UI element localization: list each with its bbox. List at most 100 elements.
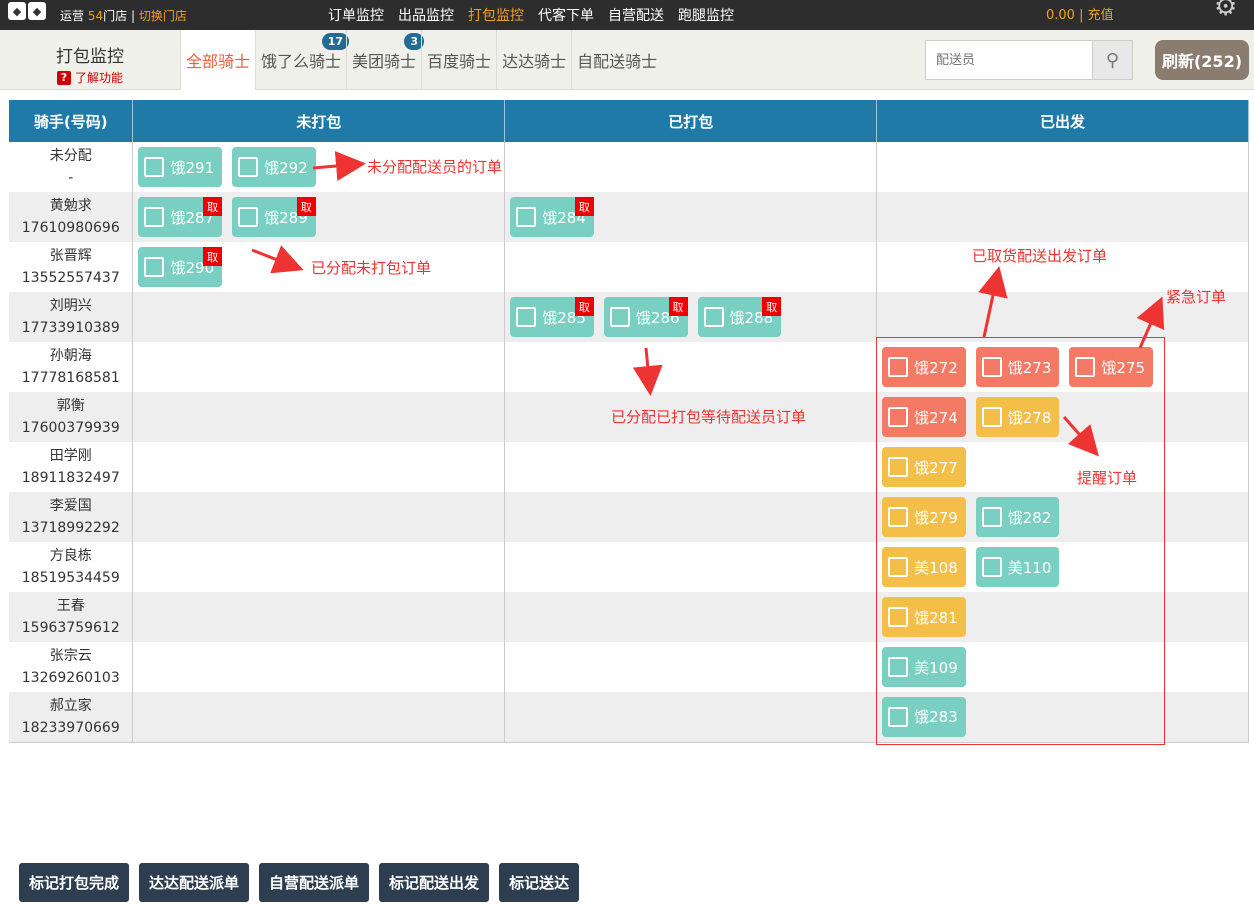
action-button[interactable]: 自营配送派单 — [259, 863, 370, 902]
action-bar: 标记打包完成 达达配送派单 自营配送派单 标记配送出发 标记送达 — [19, 863, 580, 902]
order-checkbox[interactable] — [516, 207, 537, 227]
cell-unpacked — [132, 642, 506, 692]
page-title: 打包监控 — [56, 47, 124, 67]
cell-packed — [504, 242, 878, 292]
nav-item[interactable]: 订单监控 — [328, 5, 384, 25]
rider-phone: - — [68, 170, 74, 186]
order-checkbox[interactable] — [144, 257, 165, 277]
order-chip[interactable]: 饿284 取 — [510, 197, 594, 237]
order-chip[interactable]: 饿287 取 — [138, 197, 223, 237]
store-count: 54 — [87, 9, 104, 23]
tab-rider[interactable]: 饿了么骑士 17 — [255, 30, 350, 90]
cell-unpacked — [132, 592, 506, 642]
cell-packed — [504, 692, 878, 743]
cell-departed — [876, 192, 1249, 242]
pickup-badge: 取 — [574, 297, 594, 316]
tab-label: 全部骑士 — [186, 52, 251, 71]
tab-label: 百度骑士 — [427, 52, 492, 71]
order-checkbox[interactable] — [238, 157, 259, 177]
rider-name: 王春 — [56, 598, 85, 614]
order-checkbox[interactable] — [238, 207, 259, 227]
cell-packed — [504, 492, 878, 542]
column-header: 已打包 — [504, 100, 878, 142]
order-chip-group: 饿284 取 — [510, 197, 871, 237]
cell-departed — [876, 142, 1249, 192]
nav-item[interactable]: 自营配送 — [608, 5, 664, 25]
order-checkbox[interactable] — [144, 207, 165, 227]
question-icon: ? — [56, 70, 71, 85]
order-id: 饿291 — [170, 158, 215, 177]
cell-unpacked — [132, 292, 506, 342]
switch-store-link[interactable]: 切换门店 — [139, 9, 187, 23]
cell-packed — [504, 342, 878, 392]
pickup-badge: 取 — [296, 197, 316, 216]
learn-label: 了解功能 — [74, 71, 123, 85]
rider-name: 未分配 — [49, 148, 92, 164]
cell-unpacked — [132, 542, 506, 592]
annotation-unpacked: 已分配未打包订单 — [311, 259, 432, 277]
order-chip[interactable]: 饿285 取 — [510, 297, 594, 337]
courier-search-input[interactable] — [926, 41, 1094, 79]
rider-cell: 郭衡 17600379939 — [9, 392, 134, 442]
tab-rider[interactable]: 全部骑士 — [180, 30, 256, 90]
tab-rider[interactable]: 美团骑士 3 — [346, 30, 425, 90]
rider-name: 郭衡 — [56, 398, 85, 414]
order-chip[interactable]: 饿291 — [138, 147, 223, 187]
rider-phone: 13269260103 — [21, 670, 120, 686]
order-chip[interactable]: 饿289 取 — [232, 197, 316, 237]
gear-icon[interactable]: ⚙ — [1214, 0, 1244, 22]
cell-unpacked — [132, 442, 506, 492]
rider-name: 孙朝海 — [49, 348, 92, 364]
rider-phone: 15963759612 — [21, 620, 120, 636]
action-button[interactable]: 标记送达 — [499, 863, 580, 902]
rider-cell: 刘明兴 17733910389 — [9, 292, 134, 342]
nav-item[interactable]: 出品监控 — [398, 5, 454, 25]
cell-packed — [504, 542, 878, 592]
cell-packed: 饿285 取饿286 取饿288 取 — [504, 292, 878, 342]
cell-unpacked: 饿287 取饿289 取 — [132, 192, 506, 242]
logo-icon: ◆ — [8, 2, 26, 20]
order-chip[interactable]: 饿286 取 — [603, 297, 688, 337]
action-button[interactable]: 标记配送出发 — [379, 863, 490, 902]
rider-name: 郝立家 — [49, 697, 92, 714]
tab-rider[interactable]: 百度骑士 — [421, 30, 496, 90]
order-chip[interactable]: 饿290 取 — [138, 247, 223, 287]
rider-name: 方良栋 — [49, 548, 92, 564]
rider-phone: 13718992292 — [21, 520, 120, 536]
rider-name: 田学刚 — [49, 448, 92, 464]
table-row: 刘明兴 17733910389 饿285 取饿286 取饿288 取 — [9, 292, 1249, 342]
tab-rider[interactable]: 达达骑士 — [496, 30, 571, 90]
order-checkbox[interactable] — [703, 307, 724, 327]
nav-item[interactable]: 代客下单 — [538, 5, 594, 25]
learn-feature-link[interactable]: ? 了解功能 — [0, 69, 180, 86]
main-nav: 订单监控 出品监控 打包监控 代客下单 自营配送 跑腿监控 — [328, 5, 734, 25]
order-checkbox[interactable] — [609, 307, 630, 327]
annotation-urgent: 紧急订单 — [1166, 288, 1227, 306]
store-prefix: 运营 — [60, 9, 85, 23]
nav-item[interactable]: 打包监控 — [468, 5, 524, 25]
balance-recharge[interactable]: 0.00 | 充值 — [1046, 4, 1114, 23]
nav-item[interactable]: 跑腿监控 — [678, 5, 734, 25]
refresh-button[interactable]: 刷新(252) — [1155, 40, 1249, 80]
rider-cell: 孙朝海 17778168581 — [9, 342, 134, 392]
store-suffix: 门店 | — [103, 9, 135, 23]
order-checkbox[interactable] — [144, 157, 165, 177]
order-id: 饿292 — [264, 158, 308, 177]
cell-packed — [504, 642, 878, 692]
order-chip[interactable]: 饿292 — [232, 147, 316, 187]
tab-rider[interactable]: 自配送骑士 — [571, 30, 662, 90]
rider-name: 张晋辉 — [49, 248, 92, 264]
rider-cell: 郝立家 18233970669 — [9, 692, 134, 743]
rider-cell: 黄勉求 17610980696 — [9, 192, 134, 242]
order-chip[interactable]: 饿288 取 — [697, 297, 782, 337]
search-icon[interactable]: ⚲ — [1092, 41, 1132, 79]
order-checkbox[interactable] — [516, 307, 537, 327]
logo-icon: ◆ — [28, 2, 46, 20]
action-button[interactable]: 达达配送派单 — [139, 863, 250, 902]
column-header: 已出发 — [876, 100, 1249, 142]
action-button[interactable]: 标记打包完成 — [19, 863, 130, 902]
annotation-unassigned: 未分配配送员的订单 — [367, 158, 503, 176]
rider-cell: 方良栋 18519534459 — [9, 542, 134, 592]
column-header: 骑手(号码) — [9, 100, 134, 142]
cell-unpacked — [132, 692, 506, 743]
